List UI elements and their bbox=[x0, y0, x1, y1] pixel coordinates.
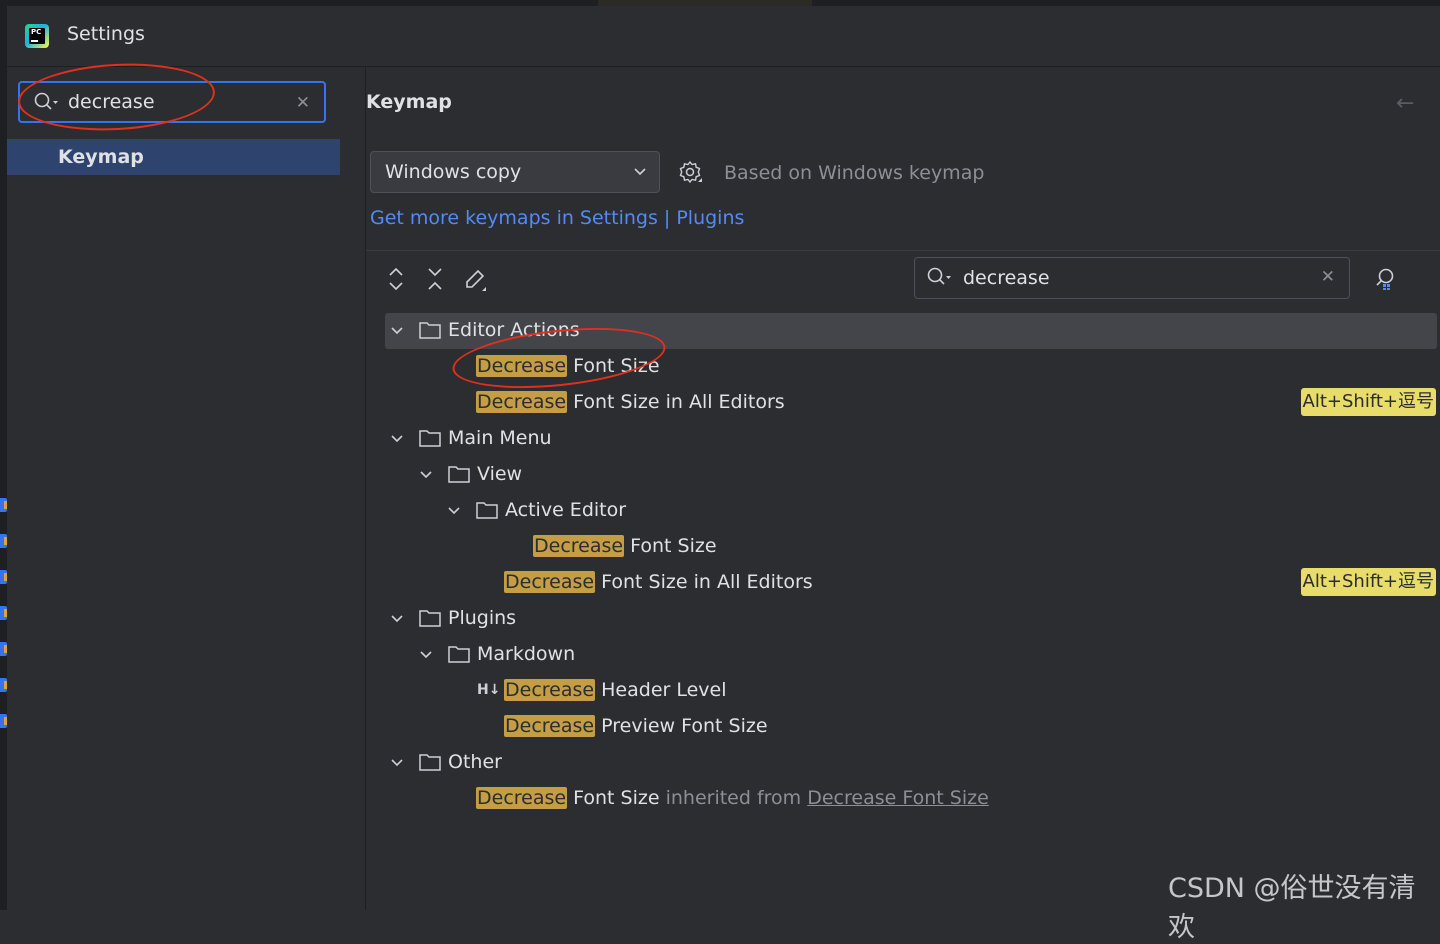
search-match-highlight: Decrease bbox=[533, 535, 625, 557]
tree-node-other[interactable]: Other bbox=[366, 745, 1440, 781]
tree-node-label: Plugins bbox=[448, 607, 517, 629]
tree-node-main-menu[interactable]: Main Menu bbox=[366, 421, 1440, 457]
search-match-highlight: Decrease bbox=[476, 787, 568, 809]
tree-node-label: Editor Actions bbox=[448, 319, 580, 341]
keymap-search-field[interactable]: ✕ bbox=[914, 257, 1350, 299]
window-title: Settings bbox=[67, 23, 145, 45]
tree-node-label: Main Menu bbox=[448, 427, 552, 449]
gutter-marker bbox=[0, 498, 7, 512]
folder-icon bbox=[419, 754, 441, 771]
search-match-highlight: Decrease bbox=[504, 715, 596, 737]
action-label: Header Level bbox=[595, 679, 727, 701]
find-by-shortcut-icon[interactable] bbox=[1374, 267, 1398, 291]
shortcut-badge: Alt+Shift+逗号 bbox=[1300, 568, 1436, 596]
gutter-marker bbox=[0, 606, 7, 620]
gutter-marker bbox=[0, 642, 7, 656]
ide-background-strip bbox=[0, 0, 7, 910]
action-label: Preview Font Size bbox=[595, 715, 768, 737]
tree-action-row[interactable]: Decrease Font Size bbox=[366, 529, 1440, 565]
gutter-marker bbox=[0, 678, 7, 692]
gutter-marker bbox=[0, 714, 7, 728]
markdown-header-icon: H↓ bbox=[477, 682, 501, 698]
folder-icon bbox=[476, 502, 498, 519]
clear-search-icon[interactable]: ✕ bbox=[296, 93, 310, 113]
search-match-highlight: Decrease bbox=[476, 391, 568, 413]
tree-node-label: Markdown bbox=[477, 643, 576, 665]
tree-node-view[interactable]: View bbox=[366, 457, 1440, 493]
folder-icon bbox=[448, 646, 470, 663]
chevron-down-icon[interactable] bbox=[418, 647, 434, 663]
chevron-down-icon bbox=[634, 168, 646, 176]
search-icon bbox=[927, 267, 951, 285]
back-arrow-icon[interactable]: ← bbox=[1396, 91, 1414, 116]
action-label: Font Size in All Editors bbox=[567, 391, 785, 413]
title-bar: PC Settings bbox=[7, 6, 1440, 67]
folder-icon bbox=[419, 430, 441, 447]
tree-action-row[interactable]: Decrease Preview Font Size bbox=[366, 709, 1440, 745]
search-match-highlight: Decrease bbox=[504, 571, 596, 593]
expand-all-icon[interactable] bbox=[386, 267, 406, 291]
action-label: Font Size in All Editors bbox=[595, 571, 813, 593]
tree-node-label: View bbox=[477, 463, 523, 485]
inherited-link[interactable]: Decrease Font Size bbox=[807, 787, 989, 809]
tree-action-row[interactable]: Decrease Font Size in All Editors Alt+Sh… bbox=[366, 565, 1440, 601]
keymap-dropdown-value: Windows copy bbox=[385, 161, 522, 183]
watermark-text: CSDN @俗世没有清欢 bbox=[1168, 873, 1416, 943]
search-icon bbox=[34, 92, 58, 110]
based-on-label: Based on Windows keymap bbox=[724, 162, 985, 184]
tree-node-label: Active Editor bbox=[505, 499, 627, 521]
sidebar-search-field[interactable]: ✕ bbox=[18, 81, 326, 123]
keymap-tree: Editor Actions Decrease Font Size Decrea… bbox=[366, 304, 1440, 910]
search-match-highlight: Decrease bbox=[504, 679, 596, 701]
sidebar-search-input[interactable] bbox=[68, 89, 288, 115]
chevron-down-icon[interactable] bbox=[446, 503, 462, 519]
folder-icon bbox=[448, 466, 470, 483]
tree-node-active-editor[interactable]: Active Editor bbox=[366, 493, 1440, 529]
tree-node-editor-actions[interactable]: Editor Actions bbox=[385, 313, 1437, 349]
tree-action-row[interactable]: Decrease Font Size bbox=[366, 349, 1440, 385]
collapse-all-icon[interactable] bbox=[425, 267, 445, 291]
divider bbox=[366, 250, 1440, 251]
gear-icon[interactable] bbox=[678, 160, 704, 186]
chevron-down-icon[interactable] bbox=[418, 467, 434, 483]
action-label: Font Size bbox=[624, 535, 717, 557]
gutter-marker bbox=[0, 534, 7, 548]
keymap-panel: Keymap ← Windows copy Based on Windows k… bbox=[366, 67, 1440, 910]
chevron-down-icon[interactable] bbox=[389, 755, 405, 771]
shortcut-badge: Alt+Shift+逗号 bbox=[1300, 388, 1436, 416]
tree-node-markdown[interactable]: Markdown bbox=[366, 637, 1440, 673]
get-more-keymaps-link[interactable]: Get more keymaps in Settings | Plugins bbox=[370, 207, 744, 229]
clear-search-icon[interactable]: ✕ bbox=[1321, 267, 1335, 287]
chevron-down-icon[interactable] bbox=[389, 431, 405, 447]
search-match-highlight: Decrease bbox=[476, 355, 568, 377]
pycharm-logo-icon: PC bbox=[25, 24, 49, 48]
tree-node-label: Other bbox=[448, 751, 502, 773]
action-label: Font Size bbox=[567, 355, 660, 377]
tree-action-row[interactable]: Decrease Font Size in All Editors Alt+Sh… bbox=[366, 385, 1440, 421]
keymap-search-input[interactable] bbox=[963, 265, 1303, 291]
chevron-down-icon[interactable] bbox=[389, 323, 405, 339]
gutter-marker bbox=[0, 570, 7, 584]
settings-sidebar: ✕ Keymap bbox=[7, 67, 366, 910]
inherited-note: inherited from bbox=[659, 787, 808, 809]
keymap-dropdown[interactable]: Windows copy bbox=[370, 151, 660, 193]
action-label: Font Size bbox=[567, 787, 660, 809]
chevron-down-icon[interactable] bbox=[389, 611, 405, 627]
page-title: Keymap bbox=[366, 91, 452, 113]
edit-pencil-icon[interactable] bbox=[463, 267, 489, 293]
sidebar-item-keymap[interactable]: Keymap bbox=[7, 139, 340, 175]
folder-icon bbox=[419, 610, 441, 627]
sidebar-item-label: Keymap bbox=[58, 146, 144, 168]
tree-action-row[interactable]: Decrease Font Size inherited from Decrea… bbox=[366, 781, 1440, 817]
folder-icon bbox=[419, 322, 441, 339]
tree-action-row[interactable]: H↓ Decrease Header Level bbox=[366, 673, 1440, 709]
tree-node-plugins[interactable]: Plugins bbox=[366, 601, 1440, 637]
